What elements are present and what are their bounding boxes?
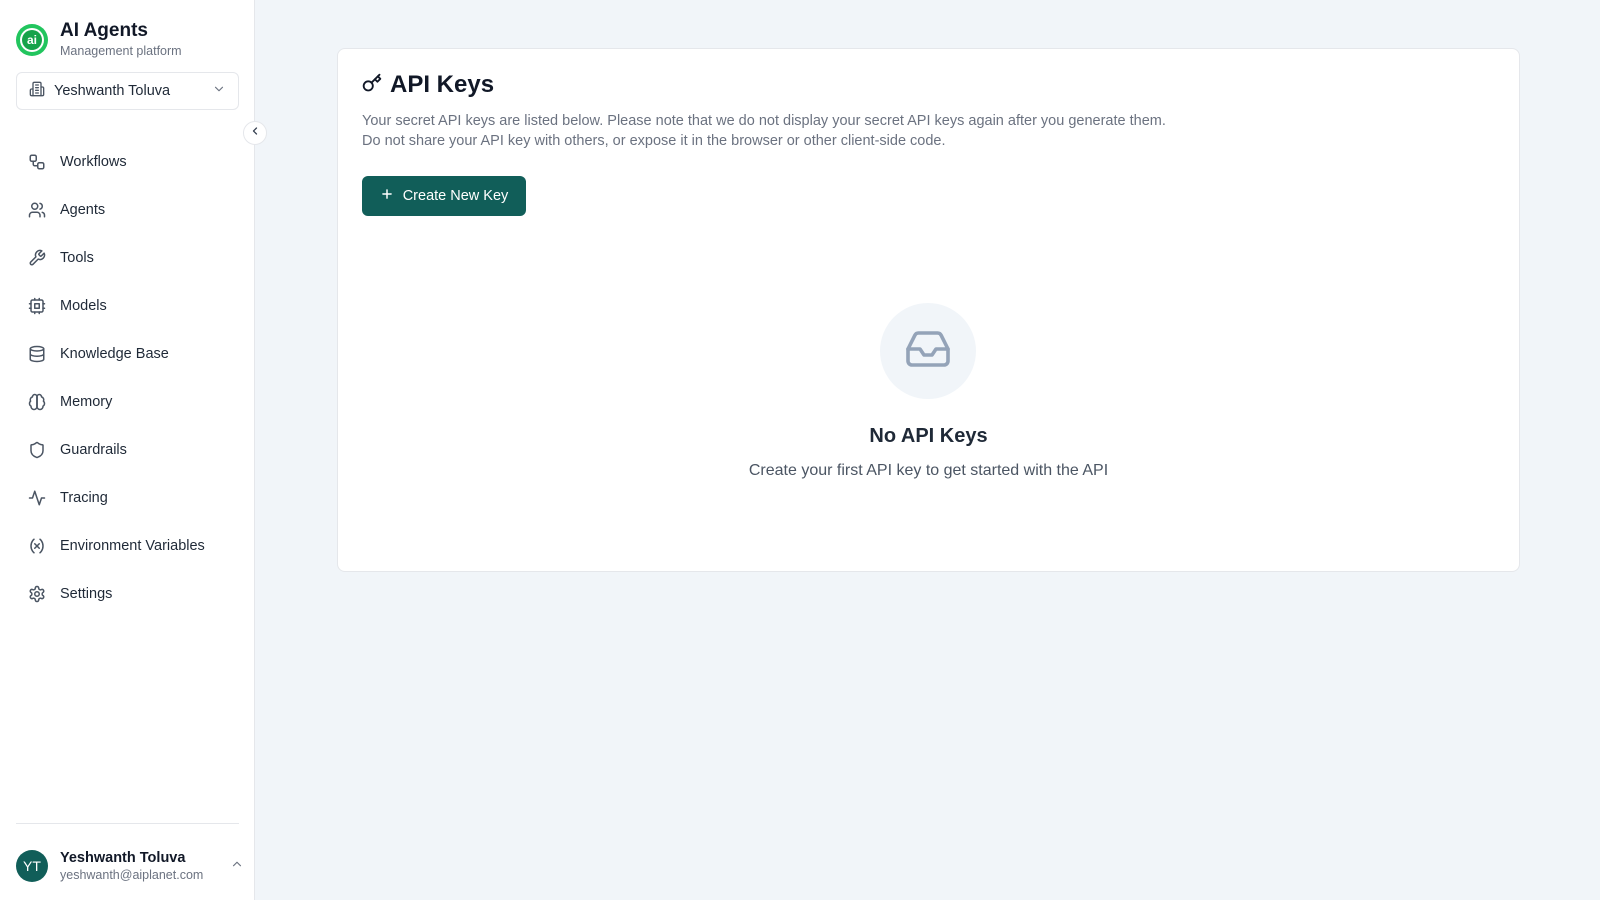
sidebar-item-label: Workflows [60,154,127,170]
variable-icon [27,536,47,556]
sidebar-item-label: Tracing [60,490,108,506]
sidebar: ai AI Agents Management platform Yeshwan… [0,0,255,900]
sidebar-item-knowledge-base[interactable]: Knowledge Base [16,334,239,374]
sidebar-item-label: Memory [60,394,113,410]
sidebar-item-models[interactable]: Models [16,286,239,326]
sidebar-item-environment-variables[interactable]: Environment Variables [16,526,239,566]
building-icon [29,81,45,102]
sidebar-item-label: Environment Variables [60,538,205,554]
sidebar-nav: Workflows Agents Tools Models Knowledge … [16,142,239,622]
sidebar-item-label: Tools [60,250,94,266]
user-name: Yeshwanth Toluva [60,850,186,866]
sidebar-item-label: Guardrails [60,442,127,458]
shield-icon [27,440,47,460]
sidebar-item-settings[interactable]: Settings [16,574,239,614]
page-description: Your secret API keys are listed below. P… [362,111,1462,151]
chevron-up-icon [230,857,244,876]
chevron-left-icon [249,124,261,142]
brand-subtitle: Management platform [60,44,182,58]
sidebar-item-guardrails[interactable]: Guardrails [16,430,239,470]
chevron-down-icon [212,82,226,101]
sidebar-item-workflows[interactable]: Workflows [16,142,239,182]
collapse-sidebar-button[interactable] [243,121,267,145]
api-keys-card: API Keys Your secret API keys are listed… [337,48,1520,572]
cpu-icon [27,296,47,316]
description-line: Your secret API keys are listed below. P… [362,113,1166,129]
create-new-key-button[interactable]: Create New Key [362,176,526,216]
sidebar-item-label: Models [60,298,107,314]
activity-icon [27,488,47,508]
empty-state-icon [880,303,976,399]
organization-selector[interactable]: Yeshwanth Toluva [16,72,239,110]
sidebar-item-label: Settings [60,586,113,602]
brand-logo: ai [16,23,48,56]
database-icon [27,344,47,364]
wrench-icon [27,248,47,268]
user-menu[interactable]: YT Yeshwanth Toluva yeshwanth@aiplanet.c… [16,849,244,883]
brand: ai AI Agents Management platform [16,20,182,59]
plus-icon [380,187,394,205]
sidebar-item-memory[interactable]: Memory [16,382,239,422]
sidebar-divider [16,823,239,824]
sidebar-item-agents[interactable]: Agents [16,190,239,230]
create-new-key-label: Create New Key [402,188,509,204]
empty-state-title: No API Keys [869,425,988,447]
description-line: Do not share your API key with others, o… [362,133,946,149]
avatar: YT [16,850,48,882]
workflow-icon [27,152,47,172]
user-email: yeshwanth@aiplanet.com [60,868,204,882]
key-icon [362,73,382,98]
organization-name: Yeshwanth Toluva [54,83,171,99]
brain-icon [27,392,47,412]
inbox-icon [904,325,952,378]
sidebar-item-tools[interactable]: Tools [16,238,239,278]
empty-state-subtitle: Create your first API key to get started… [748,462,1109,479]
brand-title: AI Agents [60,20,148,41]
gear-icon [27,584,47,604]
sidebar-item-tracing[interactable]: Tracing [16,478,239,518]
page-header: API Keys [362,71,494,99]
brand-logo-text: ai [22,29,42,50]
users-icon [27,200,47,220]
sidebar-item-label: Knowledge Base [60,346,169,362]
sidebar-item-label: Agents [60,202,106,218]
page-title: API Keys [390,71,495,98]
